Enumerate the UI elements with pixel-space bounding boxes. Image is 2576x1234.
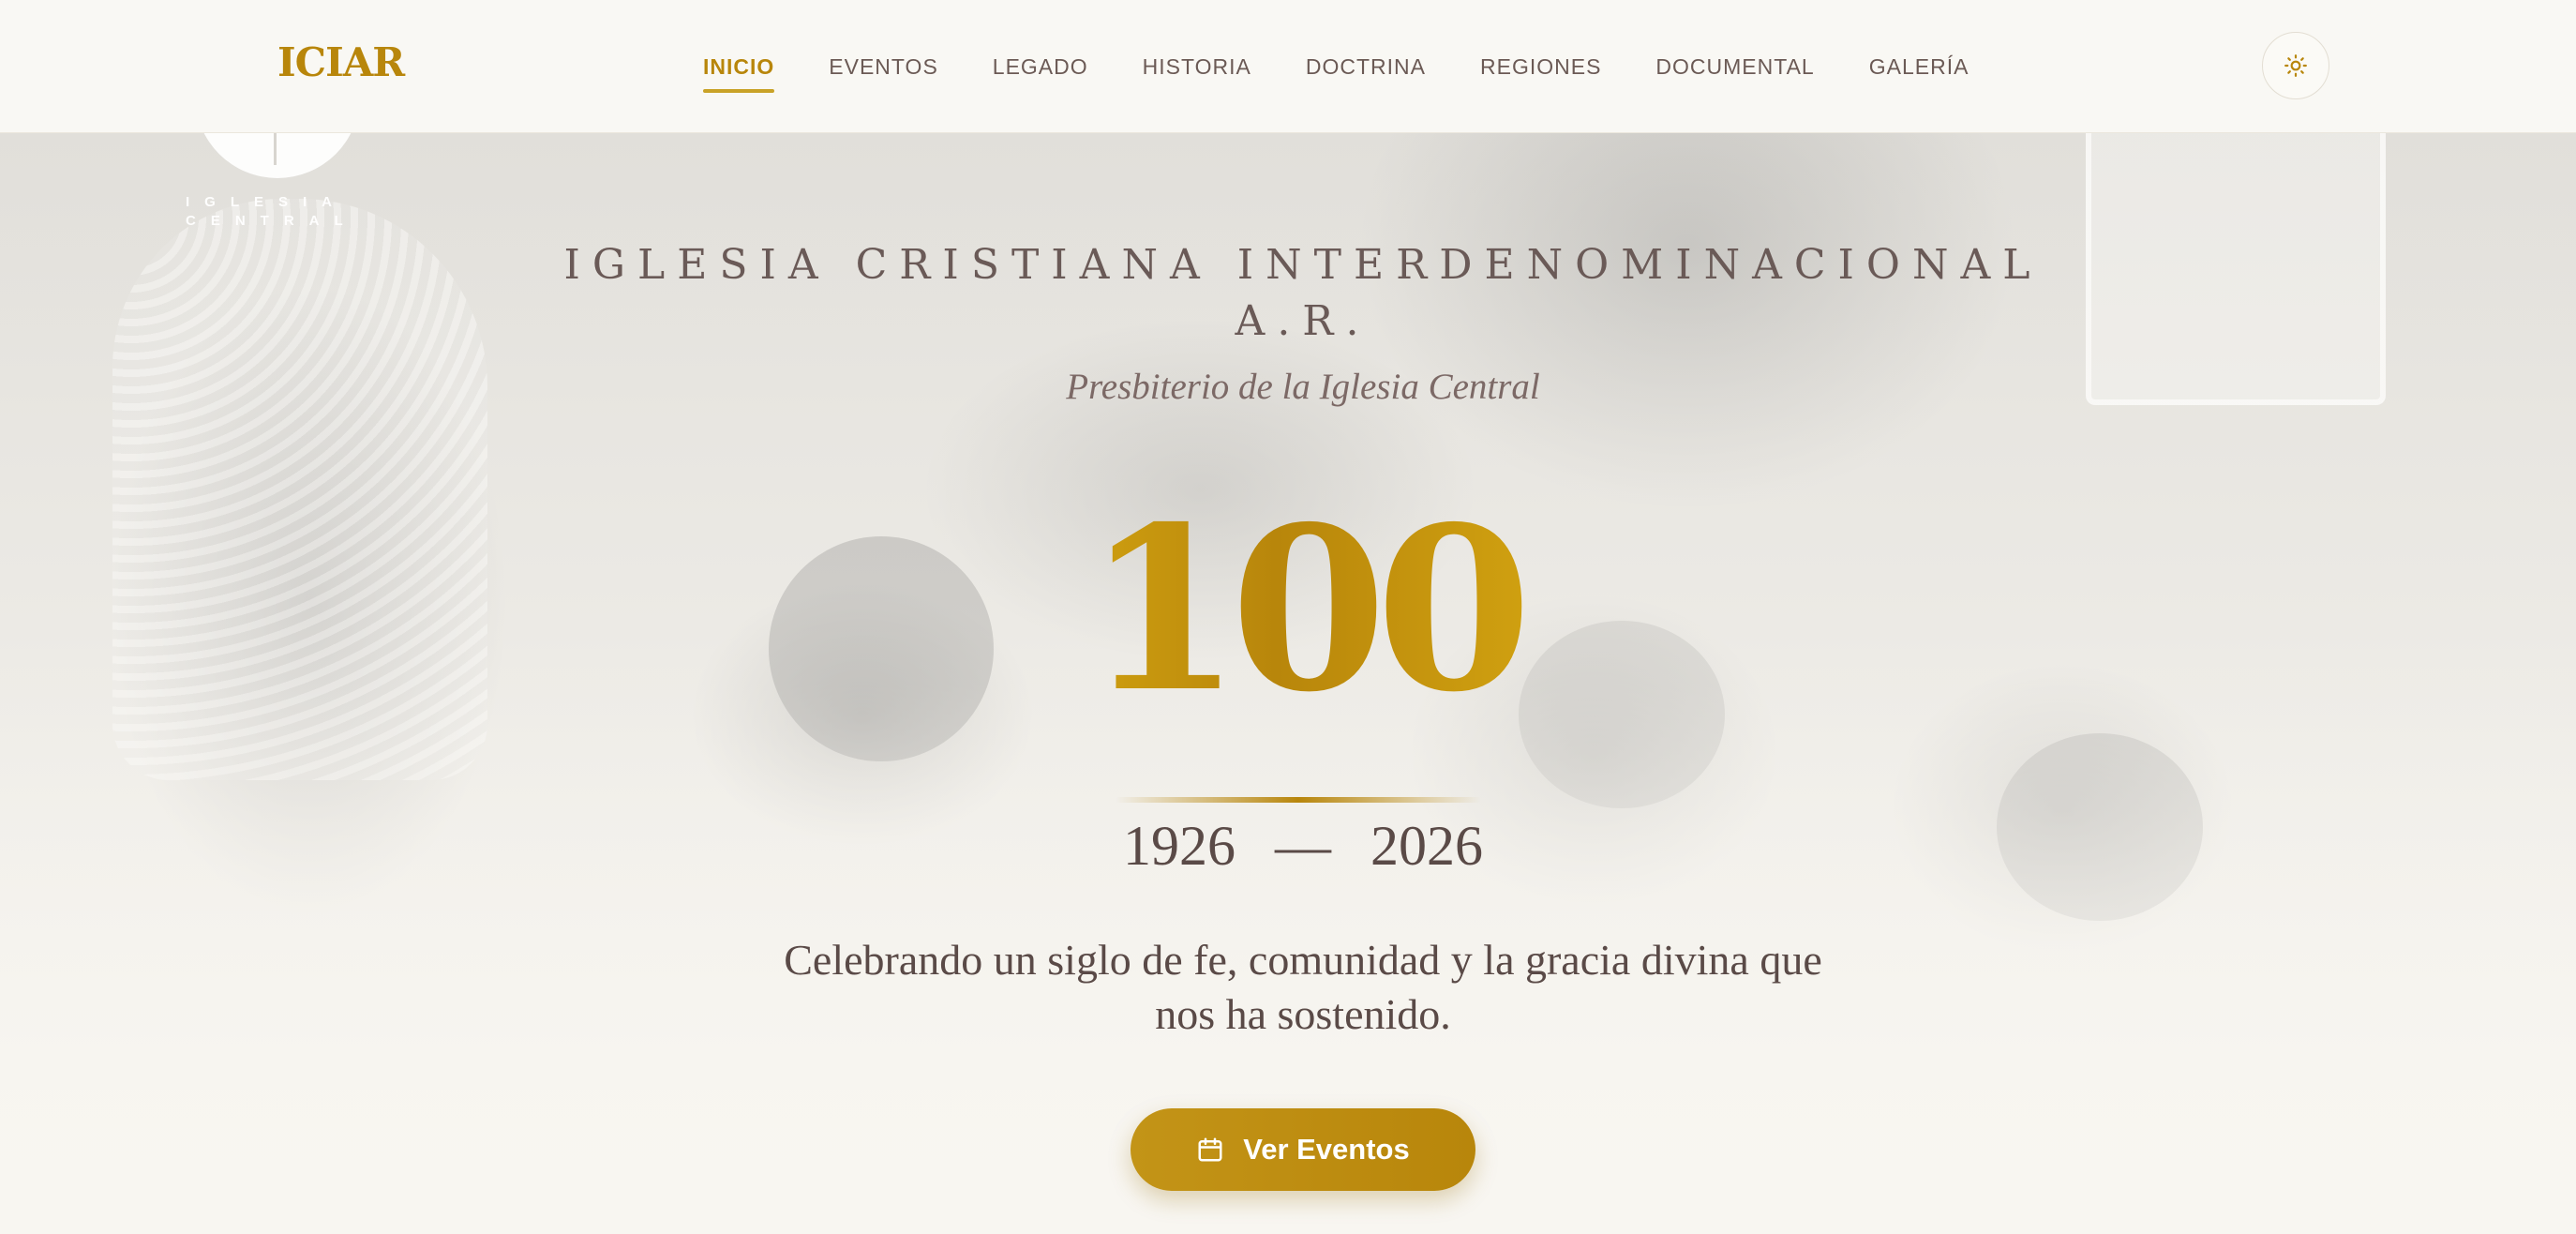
- main-nav: INICIO EVENTOS LEGADO HISTORIA DOCTRINA …: [703, 0, 1969, 133]
- gold-divider: [1116, 797, 1481, 803]
- nav-item-doctrina[interactable]: DOCTRINA: [1306, 47, 1426, 87]
- centenary-number: 100: [1031, 478, 1575, 741]
- year-start: 1926: [1123, 815, 1236, 877]
- site-header: ICIAR INICIO EVENTOS LEGADO HISTORIA DOC…: [0, 0, 2576, 133]
- watermark-cross: [274, 133, 277, 165]
- year-range: 1926 — 2026: [1031, 810, 1575, 881]
- watermark-line-2: CENTRAL: [186, 213, 358, 229]
- theme-toggle-button[interactable]: [2262, 32, 2329, 99]
- tagline-line-2: nos ha sostenido.: [1155, 990, 1451, 1038]
- tagline-line-1: Celebrando un siglo de fe, comunidad y l…: [784, 936, 1822, 984]
- site-logo[interactable]: ICIAR: [277, 39, 405, 85]
- ver-eventos-label: Ver Eventos: [1243, 1133, 1410, 1166]
- hero-subtitle: Presbiterio de la Iglesia Central: [1066, 367, 1540, 407]
- calendar-icon: [1198, 1137, 1222, 1162]
- church-name-line-2: A.R.: [1235, 297, 1371, 345]
- sun-icon: [2284, 54, 2307, 77]
- nav-item-regiones[interactable]: REGIONES: [1480, 47, 1601, 87]
- year-separator: —: [1275, 815, 1331, 877]
- year-end: 2026: [1370, 815, 1483, 877]
- nav-item-historia[interactable]: HISTORIA: [1143, 47, 1251, 87]
- hero-tagline: Celebrando un siglo de fe, comunidad y l…: [712, 933, 1894, 1042]
- nav-item-inicio[interactable]: INICIO: [703, 47, 775, 93]
- ver-eventos-button[interactable]: Ver Eventos: [1131, 1108, 1475, 1191]
- nav-item-documental[interactable]: DOCUMENTAL: [1655, 47, 1814, 87]
- nav-item-legado[interactable]: LEGADO: [993, 47, 1088, 87]
- church-name-line-1: IGLESIA CRISTIANA INTERDENOMINACIONAL: [563, 241, 2043, 289]
- nav-item-eventos[interactable]: EVENTOS: [829, 47, 938, 87]
- watermark-text: IGLESIA CENTRAL: [186, 193, 373, 231]
- watermark-line-1: IGLESIA: [186, 194, 348, 210]
- nav-item-galeria[interactable]: GALERÍA: [1869, 47, 1969, 87]
- church-name: IGLESIA CRISTIANA INTERDENOMINACIONAL A.…: [525, 237, 2081, 350]
